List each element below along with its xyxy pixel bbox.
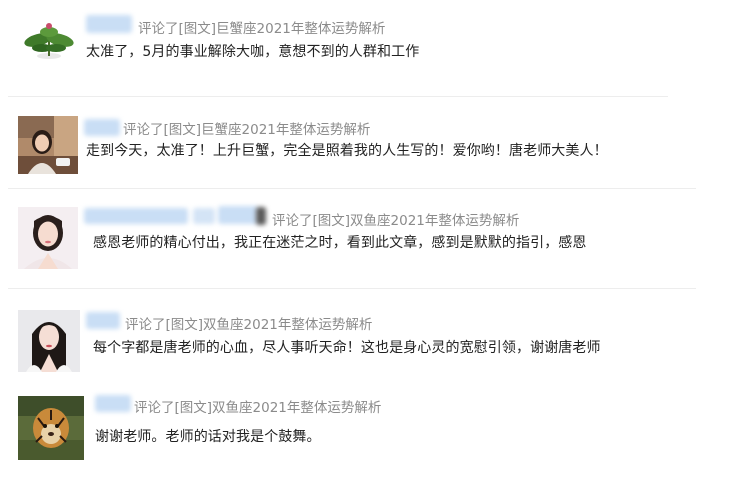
divider <box>8 188 696 189</box>
comment-text: 每个字都是唐老师的心血，尽人事听天命！这也是身心灵的宽慰引领，谢谢唐老师 <box>93 340 601 356</box>
tiger-avatar[interactable] <box>18 396 84 460</box>
woman-cafe-avatar[interactable] <box>18 116 78 174</box>
woman-longhair-avatar[interactable] <box>18 310 80 372</box>
blurred-username[interactable] <box>84 208 188 224</box>
blurred-username[interactable] <box>86 15 132 33</box>
comment-text: 走到今天，太准了！上升巨蟹，完全是照着我的人生写的！爱你哟！唐老师大美人！ <box>86 143 608 159</box>
woman-longhair-avatar-image <box>18 310 80 372</box>
blurred-username[interactable] <box>95 395 131 412</box>
comment-text: 谢谢老师。老师的话对我是个鼓舞。 <box>95 429 321 445</box>
divider <box>8 96 668 97</box>
woman-portrait-avatar-image <box>18 207 78 269</box>
blurred-username[interactable] <box>86 312 120 329</box>
tiger-avatar-image <box>18 396 84 460</box>
plant-avatar[interactable] <box>18 12 80 68</box>
comment-text: 感恩老师的精心付出，我正在迷茫之时，看到此文章，感到是默默的指引，感恩 <box>93 235 587 251</box>
comment-action[interactable]: 评论了[图文]双鱼座2021年整体运势解析 <box>125 313 372 333</box>
comment-action[interactable]: 评论了[图文]双鱼座2021年整体运势解析 <box>134 396 381 416</box>
comment-action[interactable]: 评论了[图文]双鱼座2021年整体运势解析 <box>272 209 519 229</box>
plant-avatar-image <box>18 12 80 68</box>
blurred-username[interactable] <box>193 208 215 224</box>
blurred-username[interactable] <box>84 119 120 136</box>
woman-portrait-avatar[interactable] <box>18 207 78 269</box>
comment-action[interactable]: 评论了[图文]巨蟹座2021年整体运势解析 <box>138 17 385 37</box>
woman-cafe-avatar-image <box>18 116 78 174</box>
comment-action[interactable]: 评论了[图文]巨蟹座2021年整体运势解析 <box>123 118 370 138</box>
blurred-username[interactable] <box>218 206 258 224</box>
divider <box>8 288 696 289</box>
blurred-username[interactable] <box>256 207 266 225</box>
comment-text: 太准了，5月的事业解除大咖，意想不到的人群和工作 <box>86 44 420 60</box>
